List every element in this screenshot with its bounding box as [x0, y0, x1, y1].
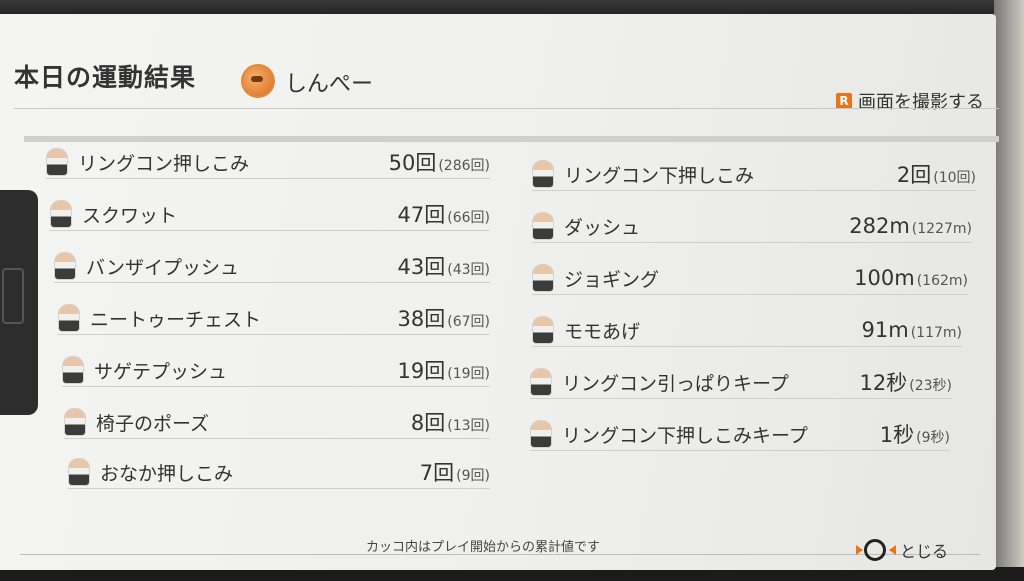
exercise-name: スクワット: [82, 204, 178, 227]
sagete-push-icon: [62, 356, 84, 384]
jogging-icon: [532, 264, 554, 292]
exercise-count: 12秒: [859, 371, 908, 395]
exercise-count: 43回: [397, 255, 446, 279]
exercise-count: 7回: [419, 461, 455, 485]
ring-pull-keep-icon: [530, 368, 552, 396]
ring-down-push-keep-icon: [530, 420, 552, 448]
exercise-total: (43回): [447, 262, 490, 278]
device-bezel-right: [994, 0, 1024, 581]
exercise-row: ジョギング 100m (162m): [532, 262, 968, 295]
exercise-total: (9回): [456, 468, 490, 484]
exercise-total: (67回): [447, 314, 490, 330]
exercise-total: (117m): [910, 325, 962, 341]
exercise-total: (13回): [447, 418, 490, 434]
exercise-value: 91m (117m): [862, 318, 962, 342]
high-knees-icon: [532, 316, 554, 344]
exercise-total: (1227m): [911, 221, 972, 237]
banzai-push-icon: [54, 252, 76, 280]
exercise-total: (9秒): [916, 430, 950, 446]
exercise-row: リングコン押しこみ 50回 (286回): [46, 146, 490, 179]
user-name: しんぺー: [285, 72, 374, 97]
ring-push-icon: [46, 148, 68, 176]
exercise-row: ニートゥーチェスト 38回 (67回): [58, 302, 490, 335]
exercise-total: (286回): [438, 158, 490, 174]
exercise-row: リングコン下押しこみ 2回 (10回): [532, 158, 976, 191]
exercise-count: 91m: [861, 318, 909, 342]
exercise-row: リングコン引っぱりキープ 12秒 (23秒): [530, 366, 952, 399]
exercise-value: 2回 (10回): [897, 159, 976, 189]
exercise-total: (10回): [933, 170, 976, 186]
exercise-name: 椅子のポーズ: [96, 412, 210, 435]
exercise-value: 47回 (66回): [398, 199, 490, 229]
exercise-count: 19回: [397, 359, 446, 383]
exercise-total: (23秒): [909, 378, 952, 394]
exercise-total: (66回): [447, 210, 490, 226]
belly-push-icon: [68, 458, 90, 486]
exercise-value: 38回 (67回): [398, 303, 490, 333]
exercise-value: 7回 (9回): [420, 457, 490, 487]
chair-pose-icon: [64, 408, 86, 436]
joycon-button-icon: [2, 268, 24, 324]
exercise-name: リングコン下押しこみキープ: [562, 424, 808, 447]
exercise-name: リングコン引っぱりキープ: [562, 372, 789, 395]
exercise-value: 8回 (13回): [411, 407, 490, 437]
exercise-count: 2回: [896, 163, 932, 187]
knee-to-chest-icon: [58, 304, 80, 332]
exercise-row: サゲテプッシュ 19回 (19回): [62, 354, 490, 387]
ring-con-icon: [856, 539, 896, 561]
exercise-name: ジョギング: [564, 268, 660, 291]
exercise-name: モモあげ: [564, 320, 641, 343]
exercise-name: リングコン下押しこみ: [564, 164, 755, 187]
section-divider: [24, 136, 999, 142]
screenshot-button[interactable]: R 画面を撮影する: [836, 88, 984, 114]
exercise-name: リングコン押しこみ: [78, 152, 250, 175]
joycon-controller: [0, 190, 38, 415]
exercise-row: バンザイプッシュ 43回 (43回): [54, 250, 490, 283]
cumulative-note: カッコ内はプレイ開始からの累計値です: [366, 540, 601, 555]
close-button[interactable]: とじる: [856, 538, 948, 562]
exercise-name: おなか押しこみ: [100, 462, 234, 485]
exercise-total: (19回): [447, 366, 490, 382]
user-avatar-icon: [241, 64, 275, 98]
header-divider: [14, 108, 999, 109]
footer-divider: [20, 554, 980, 555]
exercise-value: 19回 (19回): [398, 355, 490, 385]
exercise-count: 8回: [410, 411, 446, 435]
exercise-name: バンザイプッシュ: [86, 256, 239, 279]
screenshot-label: 画面を撮影する: [858, 92, 984, 113]
exercise-value: 100m (162m): [854, 266, 968, 290]
exercise-name: ダッシュ: [564, 216, 641, 239]
exercise-count: 47回: [397, 203, 446, 227]
exercise-row: リングコン下押しこみキープ 1秒 (9秒): [530, 418, 950, 451]
close-label: とじる: [900, 542, 949, 561]
exercise-value: 43回 (43回): [398, 251, 490, 281]
results-screen: 本日の運動結果 しんぺー R 画面を撮影する リングコン押しこみ 50回 (286…: [0, 14, 999, 570]
squat-icon: [50, 200, 72, 228]
exercise-value: 282m (1227m): [849, 214, 972, 238]
exercise-value: 12秒 (23秒): [860, 367, 952, 397]
exercise-count: 50回: [388, 151, 437, 175]
exercise-row: 椅子のポーズ 8回 (13回): [64, 406, 490, 439]
exercise-name: ニートゥーチェスト: [90, 308, 262, 331]
exercise-count: 38回: [397, 307, 446, 331]
exercise-count: 100m: [854, 266, 915, 290]
exercise-value: 1秒 (9秒): [880, 419, 950, 449]
exercise-name: サゲテプッシュ: [94, 360, 228, 383]
exercise-total: (162m): [916, 273, 968, 289]
exercise-value: 50回 (286回): [389, 147, 490, 177]
ring-down-push-icon: [532, 160, 554, 188]
exercise-row: モモあげ 91m (117m): [532, 314, 962, 347]
page-title: 本日の運動結果: [14, 63, 197, 92]
exercise-count: 1秒: [879, 423, 915, 447]
exercise-count: 282m: [849, 214, 910, 238]
r-button-icon: R: [836, 93, 852, 109]
dash-icon: [532, 212, 554, 240]
exercise-row: スクワット 47回 (66回): [50, 198, 490, 231]
exercise-row: ダッシュ 282m (1227m): [532, 210, 972, 243]
exercise-row: おなか押しこみ 7回 (9回): [68, 456, 490, 489]
